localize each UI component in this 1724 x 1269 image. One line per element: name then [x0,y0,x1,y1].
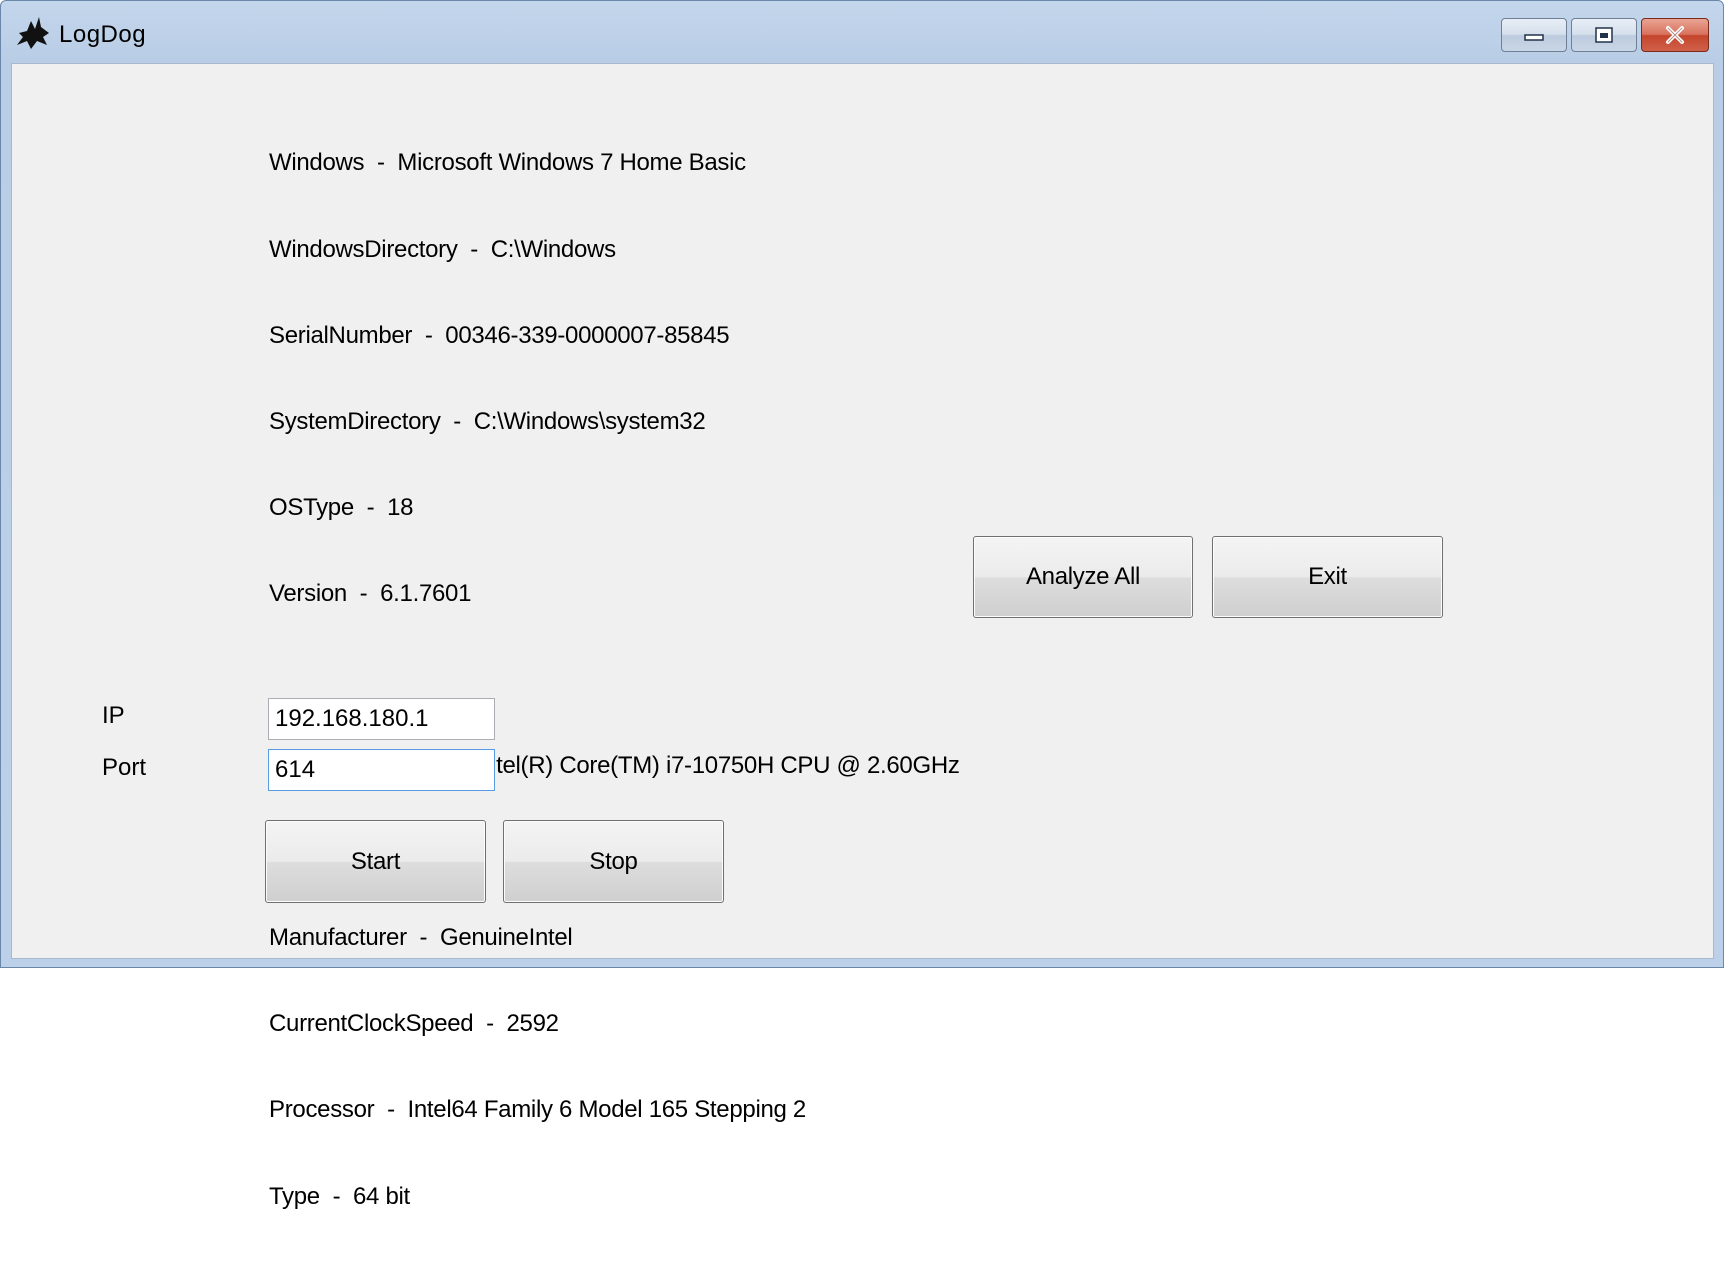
client-area: Windows - Microsoft Windows 7 Home Basic… [11,63,1714,1210]
ip-label: IP [102,702,125,729]
system-info-panel: Windows - Microsoft Windows 7 Home Basic… [269,92,960,1269]
restore-icon [1595,27,1613,43]
os-info-line: Version - 6.1.7601 [269,579,472,607]
minimize-button[interactable] [1501,18,1567,52]
os-info-line: WindowsDirectory - C:\Windows [269,235,616,263]
dog-head-icon [17,17,49,49]
minimize-icon [1524,34,1544,41]
os-info-line: SystemDirectory - C:\Windows\system32 [269,407,706,435]
port-label: Port [102,754,147,781]
window-title: LogDog [59,21,147,48]
exit-button[interactable]: Exit [1212,536,1443,618]
main-window: LogDog Windows - Microsoft Windows 7 Hom… [0,0,1724,1210]
title-bar[interactable]: LogDog [1,1,1723,63]
cpu-info-line: Type - 64 bit [269,1182,410,1210]
port-input[interactable] [268,749,495,791]
window-bottom-border[interactable] [1,957,1723,969]
maximize-button[interactable] [1571,18,1637,52]
close-icon [1666,26,1684,44]
os-info-line: OSType - 18 [269,493,414,521]
close-button[interactable] [1641,18,1709,52]
cpu-info-line: Processor - Intel64 Family 6 Model 165 S… [269,1096,806,1124]
os-info-line: Windows - Microsoft Windows 7 Home Basic [269,149,746,177]
info-spacer [269,666,960,695]
os-info-line: SerialNumber - 00346-339-0000007-85845 [269,321,730,349]
start-button[interactable]: Start [265,820,486,903]
ip-input[interactable] [268,698,495,740]
cpu-info-line: CurrentClockSpeed - 2592 [269,1010,559,1038]
analyze-all-button[interactable]: Analyze All [973,536,1193,618]
caption-buttons [1501,18,1709,54]
stop-button[interactable]: Stop [503,820,724,903]
cpu-info-line: Manufacturer - GenuineIntel [269,924,573,952]
